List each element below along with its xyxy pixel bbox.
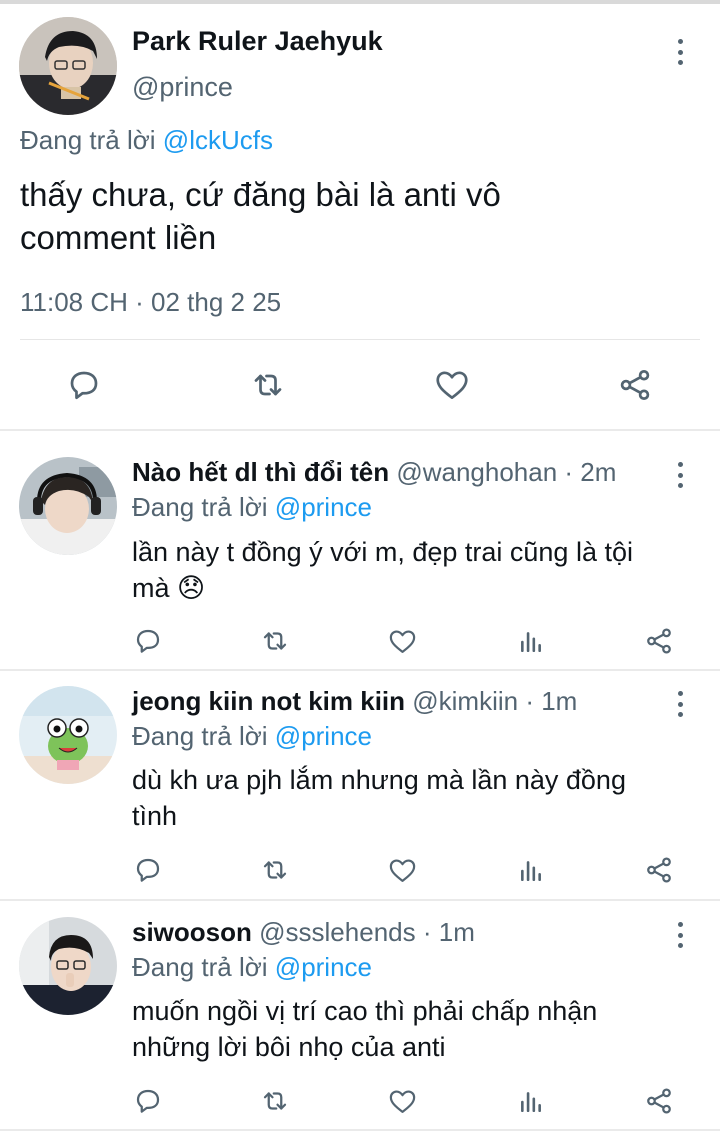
reply-button[interactable] (131, 624, 165, 658)
reply-text-line-1: muốn ngồi vị trí cao thì phải chấp nhận (132, 996, 598, 1026)
like-button[interactable] (385, 624, 419, 658)
more-icon[interactable] (676, 922, 684, 948)
retweet-button[interactable] (258, 1084, 292, 1118)
reply-button[interactable] (131, 1084, 165, 1118)
reply-to-link[interactable]: @lckUcfs (163, 125, 273, 155)
reply-prefix: Đang trả lời (132, 952, 268, 982)
reply-text-line-2: tình (132, 801, 178, 831)
retweet-button[interactable] (246, 363, 290, 407)
reply-icon (70, 371, 98, 400)
retweet-icon (263, 1092, 287, 1110)
share-button[interactable] (642, 1084, 676, 1118)
share-button[interactable] (642, 624, 676, 658)
like-icon (436, 371, 468, 400)
reply-tweet: siwooson @ssslehends · 1m Đang trả lời @… (0, 901, 720, 1133)
share-icon (647, 1088, 671, 1114)
reply-prefix: Đang trả lời (20, 125, 156, 155)
reply-button[interactable] (131, 853, 165, 887)
author-handle[interactable]: @kimkiin (412, 686, 518, 716)
views-button[interactable] (514, 1084, 548, 1118)
reply-text-line-2: mà 😞 (132, 573, 206, 603)
views-icon (521, 1092, 541, 1113)
reply-header: jeong kiin not kim kiin @kimkiin · 1m (132, 686, 577, 717)
more-icon[interactable] (676, 39, 684, 65)
tweet-text-line-1: thấy chưa, cứ đăng bài là anti vô (20, 176, 501, 213)
share-icon (647, 628, 671, 654)
author-handle[interactable]: @prince (132, 72, 233, 103)
retweet-icon (254, 374, 282, 396)
like-icon (389, 858, 415, 882)
author-name[interactable]: Park Ruler Jaehyuk (132, 26, 383, 57)
main-tweet: Park Ruler Jaehyuk @prince Đang trả lời … (0, 4, 720, 429)
reply-prefix: Đang trả lời (132, 721, 268, 751)
reply-text-line-2: những lời bôi nhọ của anti (132, 1032, 446, 1062)
separator (20, 339, 700, 340)
more-icon[interactable] (676, 462, 684, 488)
like-button[interactable] (385, 1084, 419, 1118)
reply-to-link[interactable]: @prince (275, 952, 372, 982)
reply-context: Đang trả lời @prince (132, 721, 372, 752)
retweet-button[interactable] (258, 624, 292, 658)
author-avatar[interactable] (19, 686, 117, 784)
author-avatar[interactable] (19, 917, 117, 1015)
author-avatar[interactable] (19, 17, 117, 115)
share-icon (620, 370, 650, 400)
retweet-icon (263, 632, 287, 650)
author-name[interactable]: Nào hết dl thì đổi tên (132, 457, 389, 487)
reply-time[interactable]: · 2m (564, 457, 616, 487)
like-button[interactable] (385, 853, 419, 887)
views-button[interactable] (514, 624, 548, 658)
views-icon (521, 861, 541, 882)
reply-to-link[interactable]: @prince (275, 721, 372, 751)
reply-header: siwooson @ssslehends · 1m (132, 917, 475, 948)
like-icon (389, 1089, 415, 1113)
author-name[interactable]: jeong kiin not kim kiin (132, 686, 405, 716)
tweet-text-line-2: comment liền (20, 219, 217, 256)
author-avatar[interactable] (19, 457, 117, 555)
reply-header: Nào hết dl thì đổi tên @wanghohan · 2m (132, 457, 616, 488)
reply-button[interactable] (62, 363, 106, 407)
author-handle[interactable]: @ssslehends (259, 917, 415, 947)
reply-text-line-1: lần này t đồng ý với m, đẹp trai cũng là… (132, 537, 633, 567)
reply-context: Đang trả lời @lckUcfs (20, 125, 273, 156)
views-icon (521, 632, 541, 653)
share-button[interactable] (642, 853, 676, 887)
reply-icon (136, 629, 160, 653)
reply-time[interactable]: · 1m (423, 917, 475, 947)
author-handle[interactable]: @wanghohan (396, 457, 557, 487)
retweet-icon (263, 861, 287, 879)
reply-prefix: Đang trả lời (132, 492, 268, 522)
reply-text-line-1: dù kh ưa pjh lắm nhưng mà lần này đồng (132, 765, 626, 795)
share-icon (647, 857, 671, 883)
reply-context: Đang trả lời @prince (132, 952, 372, 983)
reply-tweet: Nào hết dl thì đổi tên @wanghohan · 2m Đ… (0, 431, 720, 669)
share-button[interactable] (613, 363, 657, 407)
reply-to-link[interactable]: @prince (275, 492, 372, 522)
reply-context: Đang trả lời @prince (132, 492, 372, 523)
reply-tweet: jeong kiin not kim kiin @kimkiin · 1m Đa… (0, 671, 720, 899)
retweet-button[interactable] (258, 853, 292, 887)
bottom-divider (0, 1129, 720, 1131)
more-icon[interactable] (676, 691, 684, 717)
author-name[interactable]: siwooson (132, 917, 252, 947)
reply-icon (136, 1089, 160, 1113)
like-icon (389, 629, 415, 653)
reply-time[interactable]: · 1m (525, 686, 577, 716)
views-button[interactable] (514, 853, 548, 887)
like-button[interactable] (430, 363, 474, 407)
tweet-timestamp[interactable]: 11:08 CH · 02 thg 2 25 (20, 287, 281, 318)
reply-icon (136, 858, 160, 882)
